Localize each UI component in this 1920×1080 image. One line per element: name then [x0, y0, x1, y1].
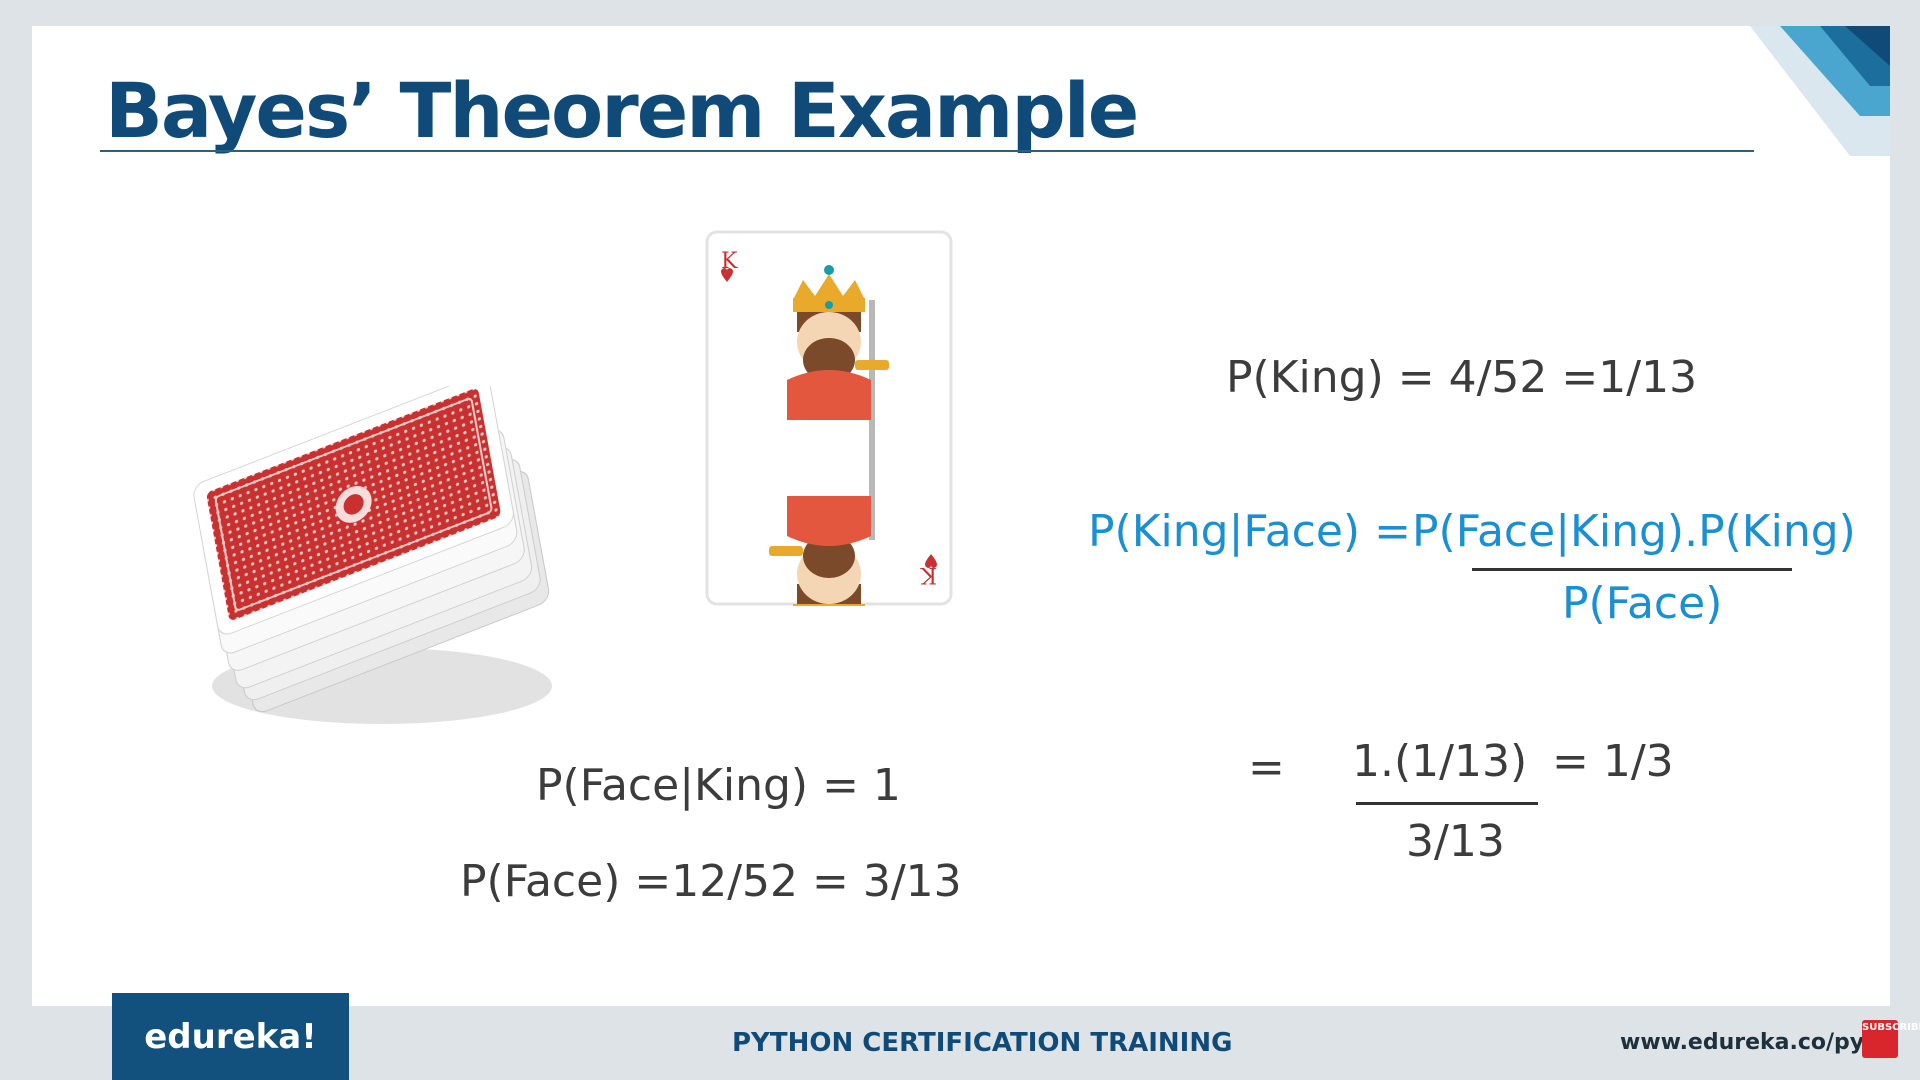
- slide: Bayes’ Theorem Example K K P(King) = 4/5…: [32, 26, 1890, 1006]
- bayes-denominator: P(Face): [1562, 578, 1723, 629]
- bayes-fraction-line: [1472, 568, 1792, 571]
- result-fraction-line: [1356, 802, 1538, 805]
- result-denominator: 3/13: [1406, 816, 1505, 867]
- edureka-logo: edureka!: [112, 993, 349, 1080]
- subscribe-badge-icon[interactable]: SUBSCRIBE: [1862, 1020, 1920, 1058]
- result-value: = 1/3: [1552, 736, 1674, 787]
- king-of-hearts-card: K K: [705, 230, 953, 606]
- p-king-formula: P(King) = 4/52 =1/13: [1226, 352, 1698, 403]
- p-face-given-king-formula: P(Face|King) = 1: [536, 760, 901, 811]
- bayes-left-side: P(King|Face) =: [1088, 506, 1411, 557]
- title-underline: [100, 150, 1754, 152]
- slide-title: Bayes’ Theorem Example: [105, 66, 1139, 155]
- card-deck-image: [193, 386, 552, 724]
- footer-url-link[interactable]: www.edureka.co/pytho: [1620, 1030, 1864, 1055]
- p-face-formula: P(Face) =12/52 = 3/13: [460, 856, 962, 907]
- course-title: PYTHON CERTIFICATION TRAINING: [732, 1028, 1233, 1058]
- corner-decoration: [1750, 26, 1890, 156]
- bayes-numerator: P(Face|King).P(King): [1412, 506, 1856, 557]
- result-equals-sign: =: [1248, 742, 1285, 793]
- result-numerator: 1.(1/13): [1352, 736, 1528, 787]
